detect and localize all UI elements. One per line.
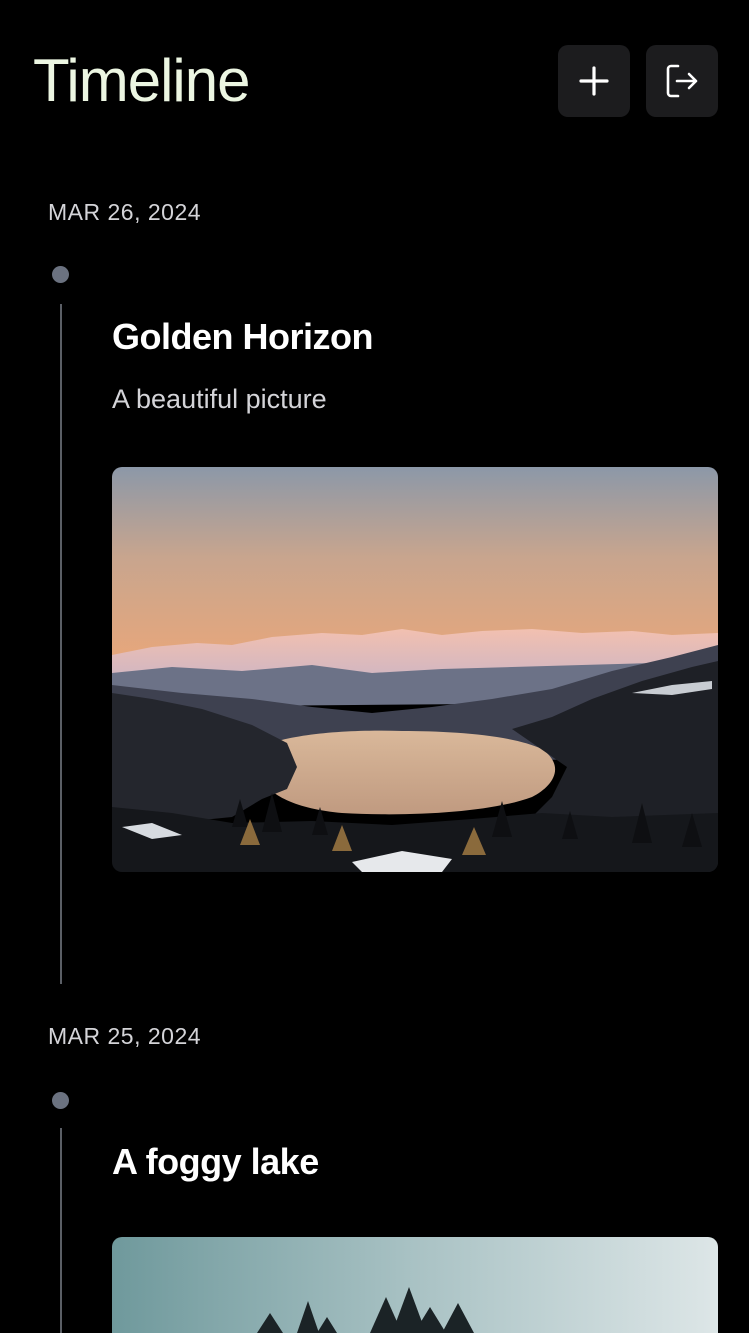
entry-date: MAR 26, 2024 bbox=[48, 199, 202, 225]
entry-date: MAR 25, 2024 bbox=[48, 1023, 202, 1049]
logout-icon bbox=[666, 64, 698, 98]
entry-title: A foggy lake bbox=[112, 1141, 319, 1182]
page-title: Timeline bbox=[33, 47, 251, 114]
entry-photo[interactable] bbox=[112, 467, 718, 872]
entry-photo[interactable] bbox=[112, 1237, 718, 1333]
timeline-page: Timeline MAR 26, 2024 Golden Horizon A b… bbox=[0, 0, 749, 1333]
add-entry-button[interactable] bbox=[558, 45, 630, 117]
timeline-line bbox=[60, 304, 62, 984]
foggy-lake-photo bbox=[112, 1237, 718, 1333]
timeline-dot bbox=[52, 266, 69, 283]
mountain-lake-photo bbox=[112, 467, 718, 872]
entry-description: A beautiful picture bbox=[112, 384, 327, 414]
logout-button[interactable] bbox=[646, 45, 718, 117]
plus-icon bbox=[579, 66, 609, 96]
timeline-line bbox=[60, 1128, 62, 1333]
timeline-dot bbox=[52, 1092, 69, 1109]
entry-title: Golden Horizon bbox=[112, 316, 373, 357]
